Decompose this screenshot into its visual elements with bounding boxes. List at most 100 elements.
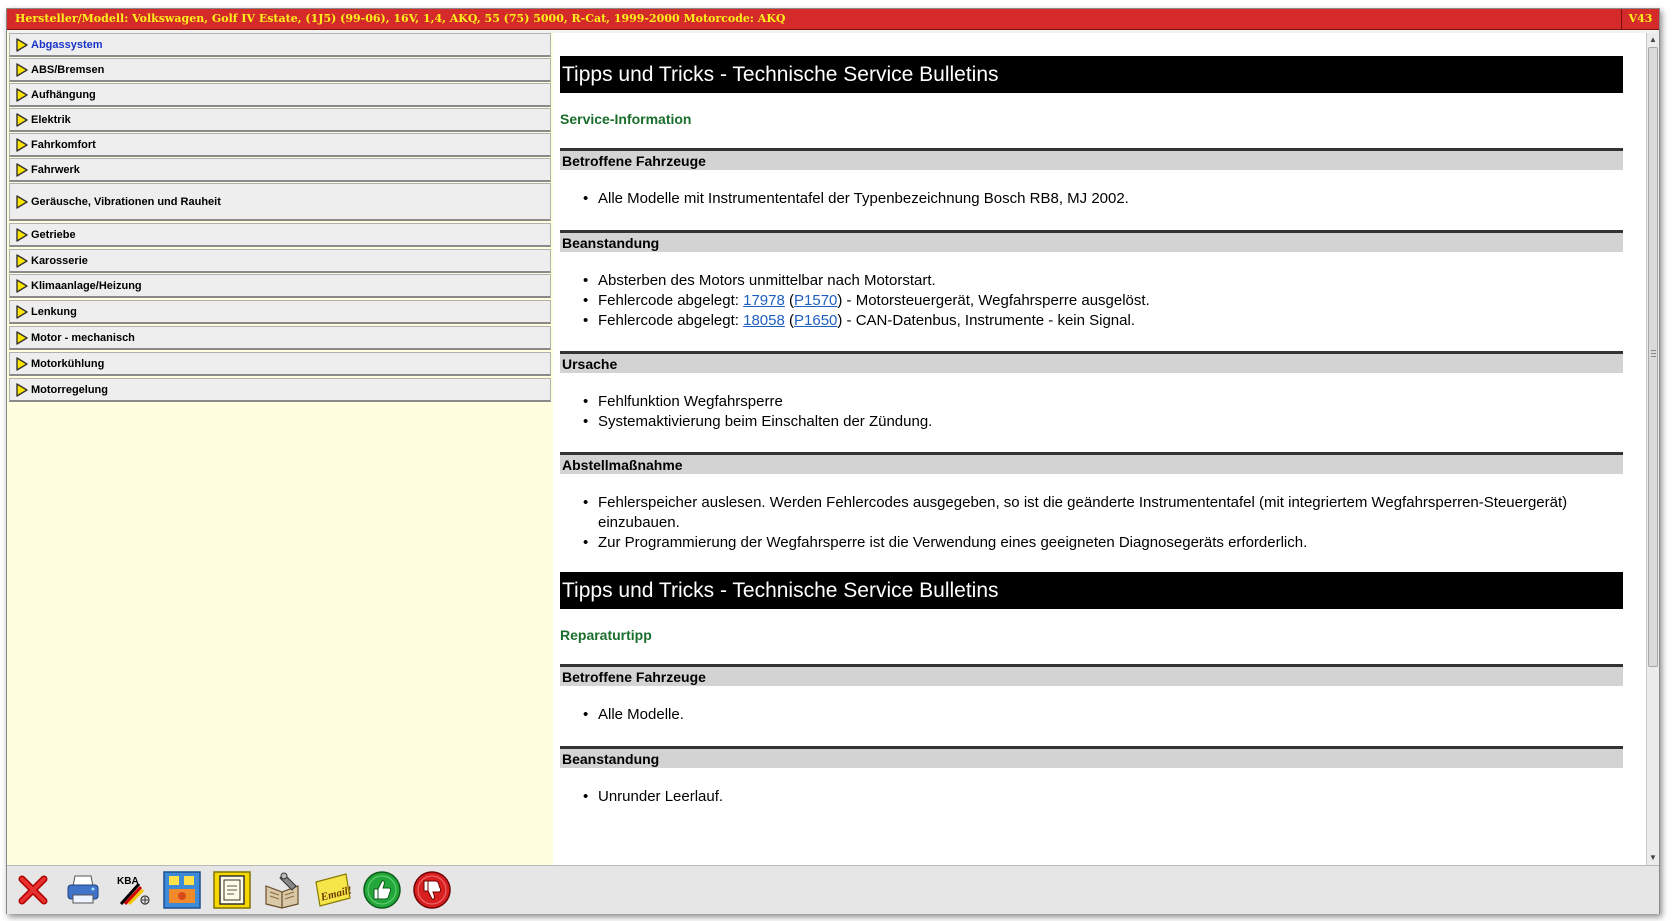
bulletin-title: Tipps und Tricks - Technische Service Bu…: [562, 578, 999, 602]
grip-line: [1651, 356, 1656, 357]
kba-icon: KBA: [117, 876, 150, 906]
sidebar-item-motorkuehlung[interactable]: Motorkühlung: [9, 352, 551, 376]
grip-line: [1651, 350, 1656, 351]
print-icon: [67, 875, 99, 904]
list-item: Fehlercode abgelegt: 17978 (P1570) - Mot…: [583, 291, 1618, 311]
arrow-right-icon: [16, 194, 28, 209]
email-icon: Email!: [315, 873, 353, 907]
sidebar-item-abs-bremsen[interactable]: ABS/Bremsen: [9, 58, 551, 82]
list-item: Fehlfunktion Wegfahrsperre: [583, 392, 1618, 412]
vertical-scrollbar[interactable]: ▲ ▼: [1646, 33, 1659, 865]
bottom-toolbar: KBA Email!: [7, 865, 1659, 914]
app-window: Hersteller/Modell: Volkswagen, Golf IV E…: [6, 8, 1660, 914]
list-item: Zur Programmierung der Wegfahrsperre ist…: [583, 533, 1618, 553]
bulletin-content[interactable]: Tipps und Tricks - Technische Service Bu…: [553, 33, 1646, 865]
arrow-right-icon: [16, 87, 28, 102]
sidebar-item-lenkung[interactable]: Lenkung: [9, 300, 551, 324]
obd-code-link[interactable]: P1650: [794, 312, 837, 329]
sidebar-item-label: Abgassystem: [31, 38, 103, 51]
kba-button[interactable]: KBA: [113, 870, 153, 910]
sidebar-item-label: Klimaanlage/Heizung: [31, 279, 142, 292]
list-item: Systemaktivierung beim Einschalten der Z…: [583, 412, 1618, 432]
manual-book-icon: [265, 872, 299, 909]
sidebar-item-geraeusche[interactable]: Geräusche, Vibrationen und Rauheit: [9, 183, 551, 221]
sidebar-item-label: Fahrwerk: [31, 163, 80, 176]
kba-label: KBA: [117, 876, 139, 887]
thumbs-down-icon: [413, 871, 451, 909]
arrow-right-icon: [16, 37, 28, 52]
section-header: Beanstandung: [560, 230, 1623, 252]
sidebar-item-karosserie[interactable]: Karosserie: [9, 249, 551, 273]
section-header: Beanstandung: [560, 746, 1623, 768]
arrow-right-icon: [16, 62, 28, 77]
thumbs-down-button[interactable]: [412, 870, 452, 910]
sidebar-item-motor-mechanisch[interactable]: Motor - mechanisch: [9, 326, 551, 350]
sidebar-item-elektrik[interactable]: Elektrik: [9, 108, 551, 132]
fault-code-link[interactable]: 17978: [743, 292, 785, 309]
list-item: Alle Modelle.: [583, 705, 1618, 725]
bulletin-subtype: Service-Information: [560, 111, 692, 127]
arrow-right-icon: [16, 112, 28, 127]
arrow-right-icon: [16, 227, 28, 242]
sidebar-item-getriebe[interactable]: Getriebe: [9, 223, 551, 247]
panel-button[interactable]: [162, 870, 202, 910]
arrow-right-icon: [16, 330, 28, 345]
section-header: Betroffene Fahrzeuge: [560, 664, 1623, 686]
close-icon: [18, 875, 48, 905]
sidebar-item-fahrwerk[interactable]: Fahrwerk: [9, 158, 551, 182]
list-text: (: [784, 292, 794, 309]
vehicle-title: Hersteller/Modell: Volkswagen, Golf IV E…: [15, 12, 786, 25]
section-header: Betroffene Fahrzeuge: [560, 148, 1623, 170]
sidebar-item-label: ABS/Bremsen: [31, 63, 105, 76]
section-heading: Beanstandung: [562, 234, 660, 251]
version-badge: V43: [1621, 9, 1659, 29]
section-heading: Ursache: [562, 355, 618, 372]
bulletin-title: Tipps und Tricks - Technische Service Bu…: [562, 62, 999, 86]
sidebar-item-label: Getriebe: [31, 228, 76, 241]
sidebar-item-fahrkomfort[interactable]: Fahrkomfort: [9, 133, 551, 157]
document-frame-icon: [213, 871, 251, 909]
sidebar-item-abgassystem[interactable]: Abgassystem: [9, 33, 551, 57]
scroll-thumb[interactable]: [1648, 47, 1658, 667]
list-item: Alle Modelle mit Instrumententafel der T…: [583, 189, 1618, 209]
manual-button[interactable]: [262, 870, 302, 910]
arrow-right-icon: [16, 304, 28, 319]
list-text: Fehlercode abgelegt:: [598, 312, 744, 329]
sidebar-item-label: Geräusche, Vibrationen und Rauheit: [31, 195, 221, 208]
list-item: Fehlercode abgelegt: 18058 (P1650) - CAN…: [583, 311, 1618, 331]
email-button[interactable]: Email!: [312, 870, 353, 910]
thumbs-up-button[interactable]: [362, 870, 402, 910]
sidebar-item-aufhaengung[interactable]: Aufhängung: [9, 83, 551, 107]
sidebar-item-motorregelung[interactable]: Motorregelung: [9, 378, 551, 402]
title-bar: Hersteller/Modell: Volkswagen, Golf IV E…: [7, 9, 1659, 30]
scroll-up-icon[interactable]: ▲: [1647, 34, 1659, 46]
sidebar-item-klimaanlage[interactable]: Klimaanlage/Heizung: [9, 274, 551, 298]
arrow-right-icon: [16, 356, 28, 371]
obd-code-link[interactable]: P1570: [794, 292, 837, 309]
sidebar-item-label: Motorkühlung: [31, 357, 105, 370]
list-item: Fehlerspeicher auslesen. Werden Fehlerco…: [583, 493, 1618, 533]
category-sidebar: Abgassystem ABS/Bremsen Aufhängung Elekt…: [7, 33, 553, 865]
bulletin-subtype: Reparaturtipp: [560, 627, 652, 643]
section-header: Abstellmaßnahme: [560, 452, 1623, 474]
list-item: Unrunder Leerlauf.: [583, 787, 1618, 807]
list-text: (: [784, 312, 794, 329]
section-heading: Betroffene Fahrzeuge: [562, 152, 706, 169]
sidebar-item-label: Fahrkomfort: [31, 138, 96, 151]
sidebar-item-label: Motorregelung: [31, 383, 108, 396]
scroll-down-icon[interactable]: ▼: [1647, 852, 1659, 864]
list-text: Fehlercode abgelegt:: [598, 292, 744, 309]
document-button[interactable]: [212, 870, 252, 910]
section-heading: Abstellmaßnahme: [562, 456, 683, 473]
fault-code-link[interactable]: 18058: [743, 312, 785, 329]
list-text: ) - CAN-Datenbus, Instrumente - kein Sig…: [837, 312, 1135, 329]
close-button[interactable]: [13, 870, 53, 910]
bulletin-title-bar: Tipps und Tricks - Technische Service Bu…: [560, 572, 1623, 609]
section-heading: Beanstandung: [562, 750, 660, 767]
list-item: Absterben des Motors unmittelbar nach Mo…: [583, 271, 1618, 291]
list-text: ) - Motorsteuergerät, Wegfahrsperre ausg…: [837, 292, 1150, 309]
sidebar-item-label: Lenkung: [31, 305, 77, 318]
arrow-right-icon: [16, 278, 28, 293]
print-button[interactable]: [63, 870, 103, 910]
sidebar-item-label: Elektrik: [31, 113, 71, 126]
